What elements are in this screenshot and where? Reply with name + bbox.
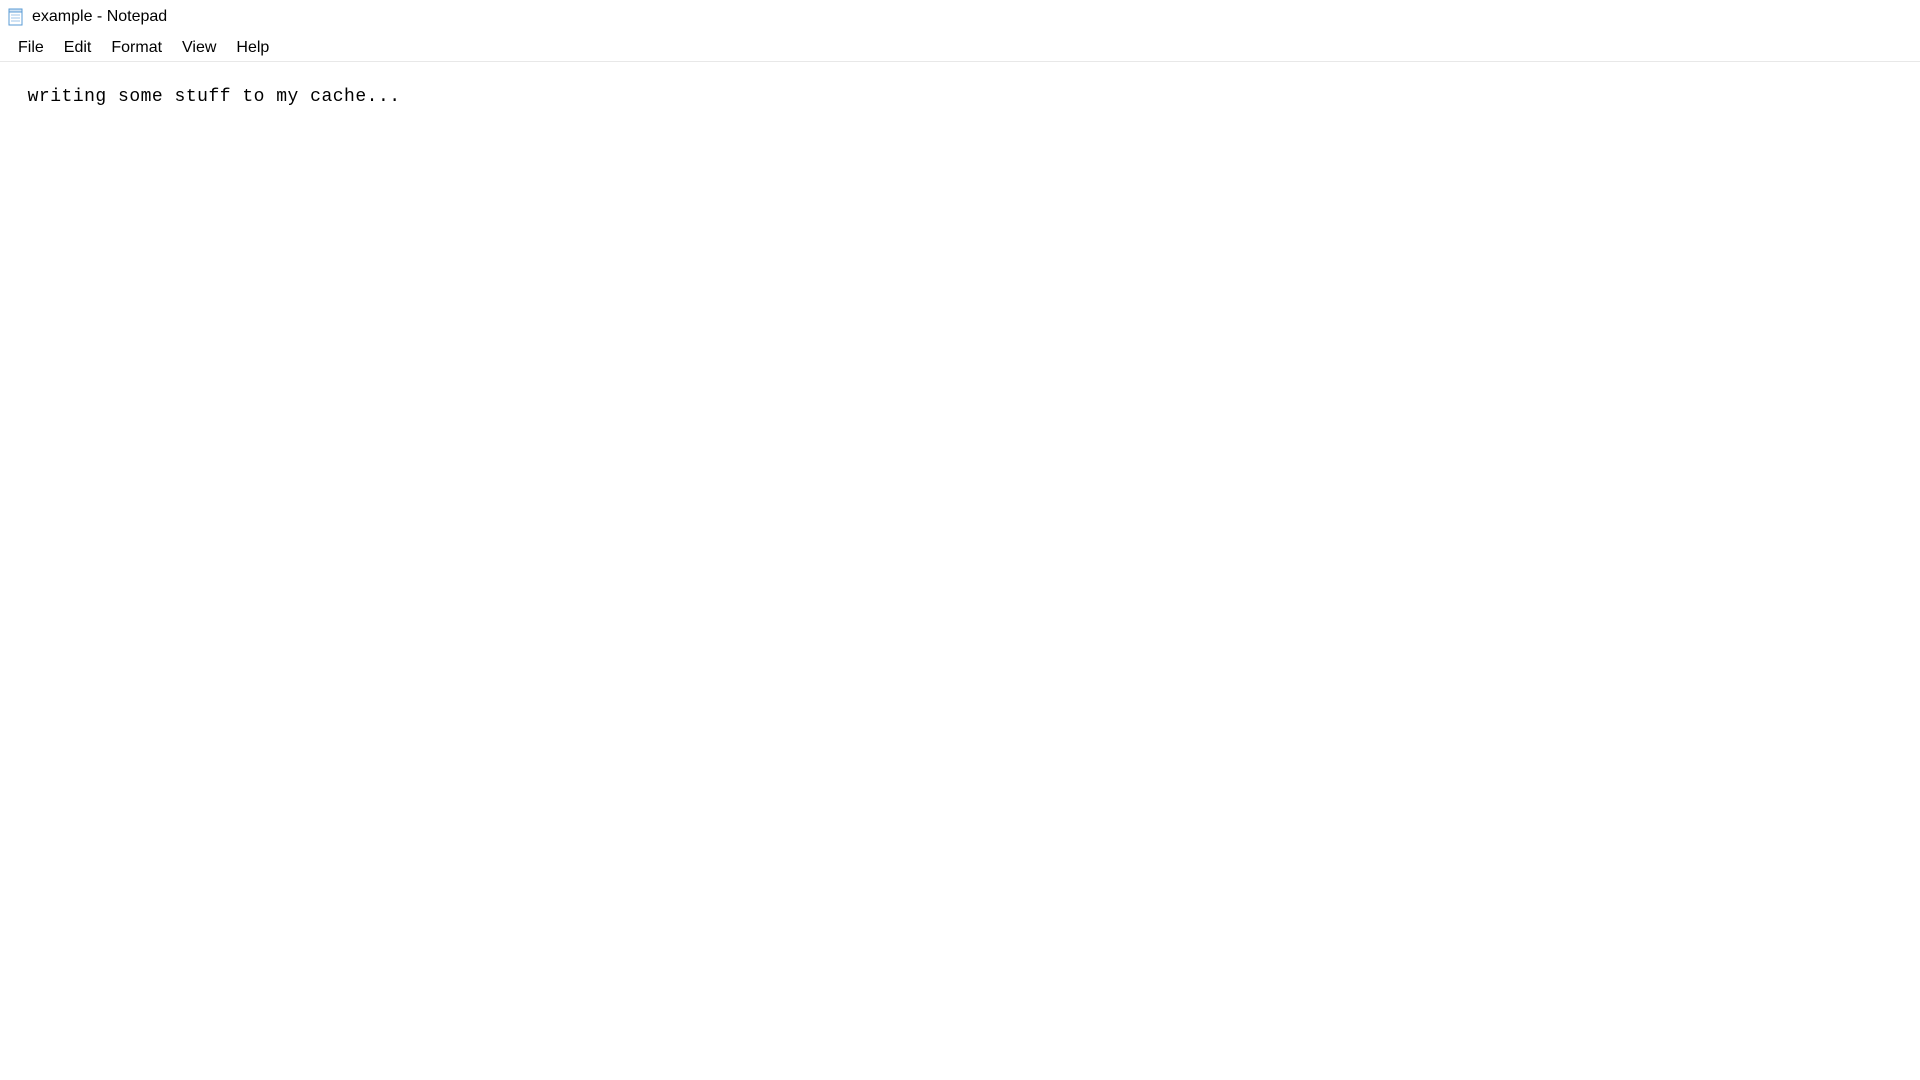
editor-content: writing some stuff to my cache... — [28, 87, 401, 107]
notepad-icon — [6, 7, 26, 27]
window-title: example - Notepad — [32, 8, 167, 26]
menu-edit[interactable]: Edit — [54, 37, 102, 59]
menubar: File Edit Format View Help — [0, 34, 1920, 62]
titlebar: example - Notepad — [0, 0, 1920, 34]
text-editor[interactable]: writing some stuff to my cache... — [0, 62, 1920, 1080]
menu-help[interactable]: Help — [226, 37, 279, 59]
menu-file[interactable]: File — [8, 37, 54, 59]
menu-format[interactable]: Format — [101, 37, 172, 59]
menu-view[interactable]: View — [172, 37, 226, 59]
